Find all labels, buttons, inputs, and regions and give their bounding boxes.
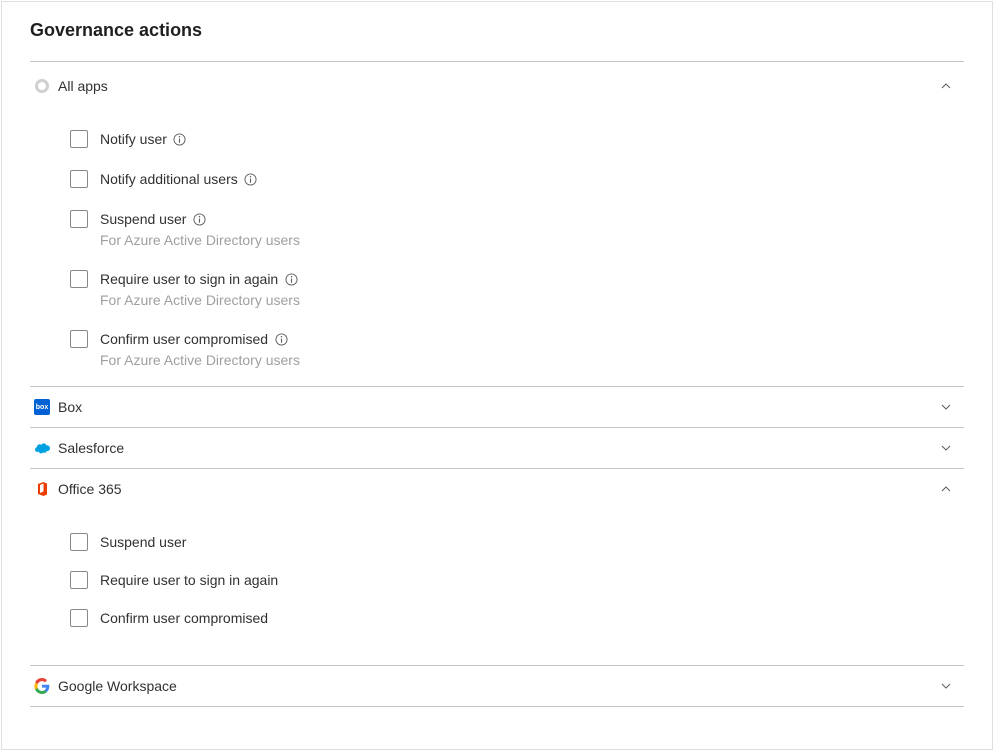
chevron-down-icon: [940, 401, 952, 413]
section-header-allapps[interactable]: All apps: [30, 66, 964, 106]
section-header-left: All apps: [34, 78, 108, 94]
chevron-up-icon: [940, 483, 952, 495]
action-hint: For Azure Active Directory users: [100, 232, 300, 248]
section-header-salesforce[interactable]: Salesforce: [30, 428, 964, 469]
checkbox-require-signin[interactable]: [70, 270, 88, 288]
section-header-googleworkspace[interactable]: Google Workspace: [30, 666, 964, 707]
info-icon[interactable]: [284, 272, 298, 286]
section-header-left: box Box: [34, 399, 82, 415]
checkbox-notify-user[interactable]: [70, 130, 88, 148]
section-name-office365: Office 365: [58, 481, 122, 497]
section-header-office365[interactable]: Office 365: [30, 469, 964, 509]
action-hint: For Azure Active Directory users: [100, 352, 300, 368]
action-suspend-user: Suspend user For Azure Active Directory …: [70, 210, 964, 248]
chevron-up-icon: [940, 80, 952, 92]
action-label: Confirm user compromised: [100, 609, 268, 627]
chevron-down-icon: [940, 680, 952, 692]
section-name-googleworkspace: Google Workspace: [58, 678, 177, 694]
checkbox-notify-additional-users[interactable]: [70, 170, 88, 188]
checkbox-require-signin-o365[interactable]: [70, 571, 88, 589]
action-notify-additional-users: Notify additional users: [70, 170, 964, 188]
action-hint: For Azure Active Directory users: [100, 292, 300, 308]
divider: [30, 61, 964, 62]
info-icon[interactable]: [244, 172, 258, 186]
box-icon: box: [34, 399, 50, 415]
section-body-office365: Suspend user Require user to sign in aga…: [30, 509, 964, 666]
action-notify-user: Notify user: [70, 130, 964, 148]
checkbox-suspend-user-o365[interactable]: [70, 533, 88, 551]
checkbox-confirm-compromised[interactable]: [70, 330, 88, 348]
action-require-signin: Require user to sign in again For Azure …: [70, 270, 964, 308]
action-confirm-compromised-o365: Confirm user compromised: [70, 609, 964, 627]
section-name-salesforce: Salesforce: [58, 440, 124, 456]
action-require-signin-o365: Require user to sign in again: [70, 571, 964, 589]
office365-icon: [34, 481, 50, 497]
action-label: Suspend user: [100, 533, 186, 551]
action-label: Confirm user compromised: [100, 330, 268, 348]
chevron-down-icon: [940, 442, 952, 454]
action-label: Notify additional users: [100, 170, 238, 188]
checkbox-confirm-compromised-o365[interactable]: [70, 609, 88, 627]
section-name-allapps: All apps: [58, 78, 108, 94]
section-header-left: Salesforce: [34, 440, 124, 456]
info-icon[interactable]: [192, 212, 206, 226]
action-confirm-compromised: Confirm user compromised For Azure Activ…: [70, 330, 964, 368]
allapps-icon: [34, 78, 50, 94]
info-icon[interactable]: [274, 332, 288, 346]
section-body-allapps: Notify user Notify additional users: [30, 106, 964, 387]
section-header-left: Google Workspace: [34, 678, 177, 694]
section-name-box: Box: [58, 399, 82, 415]
action-suspend-user-o365: Suspend user: [70, 533, 964, 551]
salesforce-icon: [34, 440, 50, 456]
governance-panel: Governance actions All apps Notify user: [1, 1, 993, 750]
section-header-box[interactable]: box Box: [30, 387, 964, 428]
action-label: Notify user: [100, 130, 167, 148]
section-header-left: Office 365: [34, 481, 122, 497]
action-label: Require user to sign in again: [100, 571, 278, 589]
info-icon[interactable]: [173, 132, 187, 146]
checkbox-suspend-user[interactable]: [70, 210, 88, 228]
action-label: Require user to sign in again: [100, 270, 278, 288]
panel-title: Governance actions: [30, 20, 964, 41]
action-label: Suspend user: [100, 210, 186, 228]
google-icon: [34, 678, 50, 694]
